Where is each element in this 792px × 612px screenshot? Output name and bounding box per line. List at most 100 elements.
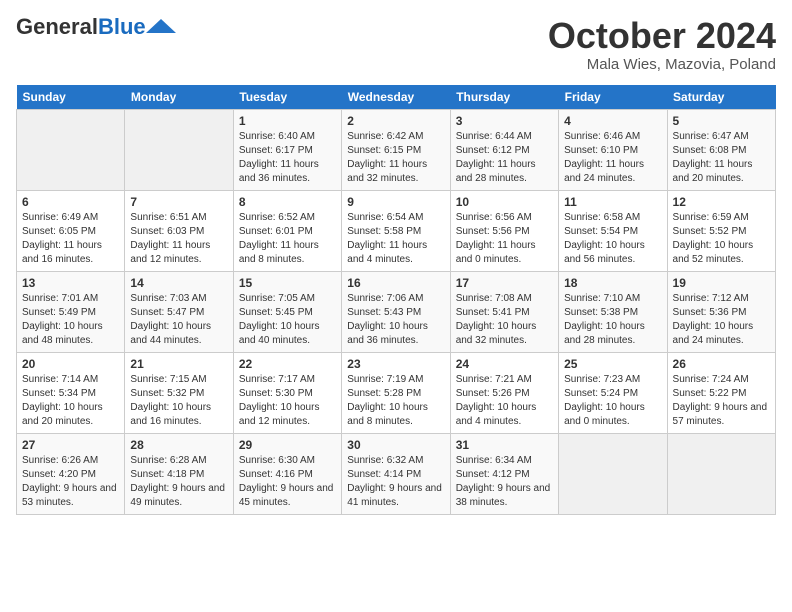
day-cell: 9 Sunrise: 6:54 AMSunset: 5:58 PMDaylight… <box>342 190 450 271</box>
day-number: 2 <box>347 114 444 128</box>
day-detail: Sunrise: 7:23 AMSunset: 5:24 PMDaylight:… <box>564 373 661 429</box>
day-cell: 21Sunrise: 7:15 AMSunset: 5:32 PMDayligh… <box>125 352 233 433</box>
day-number: 5 <box>673 114 770 128</box>
day-detail: Sunrise: 6:30 AMSunset: 4:16 PMDaylight:… <box>239 454 336 510</box>
day-number: 27 <box>22 438 119 452</box>
day-cell: 22 Sunrise: 7:17 AMSunset: 5:30 PMDayligh… <box>233 352 341 433</box>
day-detail: Sunrise: 6:58 AMSunset: 5:54 PMDaylight:… <box>564 211 661 267</box>
day-detail: Sunrise: 7:14 AMSunset: 5:34 PMDaylight:… <box>22 373 119 429</box>
logo-arrow-icon <box>146 19 176 33</box>
location: Mala Wies, Mazovia, Poland <box>548 56 776 73</box>
day-cell: 20 Sunrise: 7:14 AMSunset: 5:34 PMDayligh… <box>17 352 125 433</box>
day-cell <box>559 433 667 514</box>
day-number: 25 <box>564 357 661 371</box>
col-header-friday: Friday <box>559 85 667 110</box>
day-detail: Sunrise: 6:46 AMSunset: 6:10 PMDaylight:… <box>564 130 661 186</box>
day-cell: 3 Sunrise: 6:44 AMSunset: 6:12 PMDaylight… <box>450 109 558 190</box>
day-number: 19 <box>673 276 770 290</box>
week-row-3: 13Sunrise: 7:01 AMSunset: 5:49 PMDayligh… <box>17 271 776 352</box>
day-number: 30 <box>347 438 444 452</box>
title-block: October 2024 Mala Wies, Mazovia, Poland <box>548 16 776 73</box>
day-detail: Sunrise: 7:17 AMSunset: 5:30 PMDaylight:… <box>239 373 336 429</box>
day-number: 24 <box>456 357 553 371</box>
day-cell: 12Sunrise: 6:59 AMSunset: 5:52 PMDayligh… <box>667 190 775 271</box>
day-detail: Sunrise: 6:47 AMSunset: 6:08 PMDaylight:… <box>673 130 770 186</box>
day-detail: Sunrise: 6:44 AMSunset: 6:12 PMDaylight:… <box>456 130 553 186</box>
day-cell <box>667 433 775 514</box>
day-cell <box>17 109 125 190</box>
col-header-wednesday: Wednesday <box>342 85 450 110</box>
day-detail: Sunrise: 6:28 AMSunset: 4:18 PMDaylight:… <box>130 454 227 510</box>
day-detail: Sunrise: 7:03 AMSunset: 5:47 PMDaylight:… <box>130 292 227 348</box>
day-number: 31 <box>456 438 553 452</box>
day-detail: Sunrise: 6:26 AMSunset: 4:20 PMDaylight:… <box>22 454 119 510</box>
day-cell: 24 Sunrise: 7:21 AMSunset: 5:26 PMDayligh… <box>450 352 558 433</box>
day-detail: Sunrise: 6:49 AMSunset: 6:05 PMDaylight:… <box>22 211 119 267</box>
day-number: 9 <box>347 195 444 209</box>
page-header: GeneralBlue October 2024 Mala Wies, Mazo… <box>16 16 776 73</box>
day-cell: 17 Sunrise: 7:08 AMSunset: 5:41 PMDayligh… <box>450 271 558 352</box>
header-row: SundayMondayTuesdayWednesdayThursdayFrid… <box>17 85 776 110</box>
day-cell: 26Sunrise: 7:24 AMSunset: 5:22 PMDayligh… <box>667 352 775 433</box>
day-detail: Sunrise: 7:19 AMSunset: 5:28 PMDaylight:… <box>347 373 444 429</box>
month-title: October 2024 <box>548 16 776 56</box>
day-number: 26 <box>673 357 770 371</box>
day-number: 20 <box>22 357 119 371</box>
logo-blue: Blue <box>98 14 146 39</box>
day-detail: Sunrise: 6:59 AMSunset: 5:52 PMDaylight:… <box>673 211 770 267</box>
day-number: 29 <box>239 438 336 452</box>
day-cell: 25 Sunrise: 7:23 AMSunset: 5:24 PMDayligh… <box>559 352 667 433</box>
logo-general: General <box>16 14 98 39</box>
day-cell: 10Sunrise: 6:56 AMSunset: 5:56 PMDayligh… <box>450 190 558 271</box>
day-cell: 13Sunrise: 7:01 AMSunset: 5:49 PMDayligh… <box>17 271 125 352</box>
day-detail: Sunrise: 6:52 AMSunset: 6:01 PMDaylight:… <box>239 211 336 267</box>
day-cell: 15Sunrise: 7:05 AMSunset: 5:45 PMDayligh… <box>233 271 341 352</box>
day-number: 11 <box>564 195 661 209</box>
calendar-table: SundayMondayTuesdayWednesdayThursdayFrid… <box>16 85 776 515</box>
day-detail: Sunrise: 6:40 AMSunset: 6:17 PMDaylight:… <box>239 130 336 186</box>
day-cell: 19 Sunrise: 7:12 AMSunset: 5:36 PMDayligh… <box>667 271 775 352</box>
day-cell: 5 Sunrise: 6:47 AMSunset: 6:08 PMDaylight… <box>667 109 775 190</box>
week-row-1: 1 Sunrise: 6:40 AMSunset: 6:17 PMDaylight… <box>17 109 776 190</box>
day-number: 8 <box>239 195 336 209</box>
day-number: 15 <box>239 276 336 290</box>
col-header-tuesday: Tuesday <box>233 85 341 110</box>
col-header-saturday: Saturday <box>667 85 775 110</box>
day-number: 18 <box>564 276 661 290</box>
day-cell: 14Sunrise: 7:03 AMSunset: 5:47 PMDayligh… <box>125 271 233 352</box>
day-cell: 8 Sunrise: 6:52 AMSunset: 6:01 PMDaylight… <box>233 190 341 271</box>
day-number: 16 <box>347 276 444 290</box>
day-number: 17 <box>456 276 553 290</box>
week-row-5: 27 Sunrise: 6:26 AMSunset: 4:20 PMDayligh… <box>17 433 776 514</box>
day-cell: 18Sunrise: 7:10 AMSunset: 5:38 PMDayligh… <box>559 271 667 352</box>
day-cell: 29 Sunrise: 6:30 AMSunset: 4:16 PMDayligh… <box>233 433 341 514</box>
day-cell: 23Sunrise: 7:19 AMSunset: 5:28 PMDayligh… <box>342 352 450 433</box>
week-row-4: 20 Sunrise: 7:14 AMSunset: 5:34 PMDayligh… <box>17 352 776 433</box>
day-number: 22 <box>239 357 336 371</box>
col-header-thursday: Thursday <box>450 85 558 110</box>
day-cell <box>125 109 233 190</box>
day-detail: Sunrise: 7:21 AMSunset: 5:26 PMDaylight:… <box>456 373 553 429</box>
day-number: 3 <box>456 114 553 128</box>
col-header-sunday: Sunday <box>17 85 125 110</box>
day-detail: Sunrise: 6:54 AMSunset: 5:58 PMDaylight:… <box>347 211 444 267</box>
day-cell: 6 Sunrise: 6:49 AMSunset: 6:05 PMDaylight… <box>17 190 125 271</box>
day-cell: 11 Sunrise: 6:58 AMSunset: 5:54 PMDayligh… <box>559 190 667 271</box>
day-cell: 30 Sunrise: 6:32 AMSunset: 4:14 PMDayligh… <box>342 433 450 514</box>
day-detail: Sunrise: 6:34 AMSunset: 4:12 PMDaylight:… <box>456 454 553 510</box>
day-detail: Sunrise: 6:56 AMSunset: 5:56 PMDaylight:… <box>456 211 553 267</box>
day-number: 1 <box>239 114 336 128</box>
day-cell: 4Sunrise: 6:46 AMSunset: 6:10 PMDaylight… <box>559 109 667 190</box>
day-detail: Sunrise: 7:12 AMSunset: 5:36 PMDaylight:… <box>673 292 770 348</box>
logo: GeneralBlue <box>16 16 176 38</box>
day-detail: Sunrise: 7:15 AMSunset: 5:32 PMDaylight:… <box>130 373 227 429</box>
day-number: 7 <box>130 195 227 209</box>
day-number: 13 <box>22 276 119 290</box>
day-number: 6 <box>22 195 119 209</box>
day-detail: Sunrise: 7:06 AMSunset: 5:43 PMDaylight:… <box>347 292 444 348</box>
day-cell: 1 Sunrise: 6:40 AMSunset: 6:17 PMDaylight… <box>233 109 341 190</box>
day-detail: Sunrise: 6:32 AMSunset: 4:14 PMDaylight:… <box>347 454 444 510</box>
day-cell: 16 Sunrise: 7:06 AMSunset: 5:43 PMDayligh… <box>342 271 450 352</box>
day-detail: Sunrise: 7:08 AMSunset: 5:41 PMDaylight:… <box>456 292 553 348</box>
day-number: 28 <box>130 438 227 452</box>
